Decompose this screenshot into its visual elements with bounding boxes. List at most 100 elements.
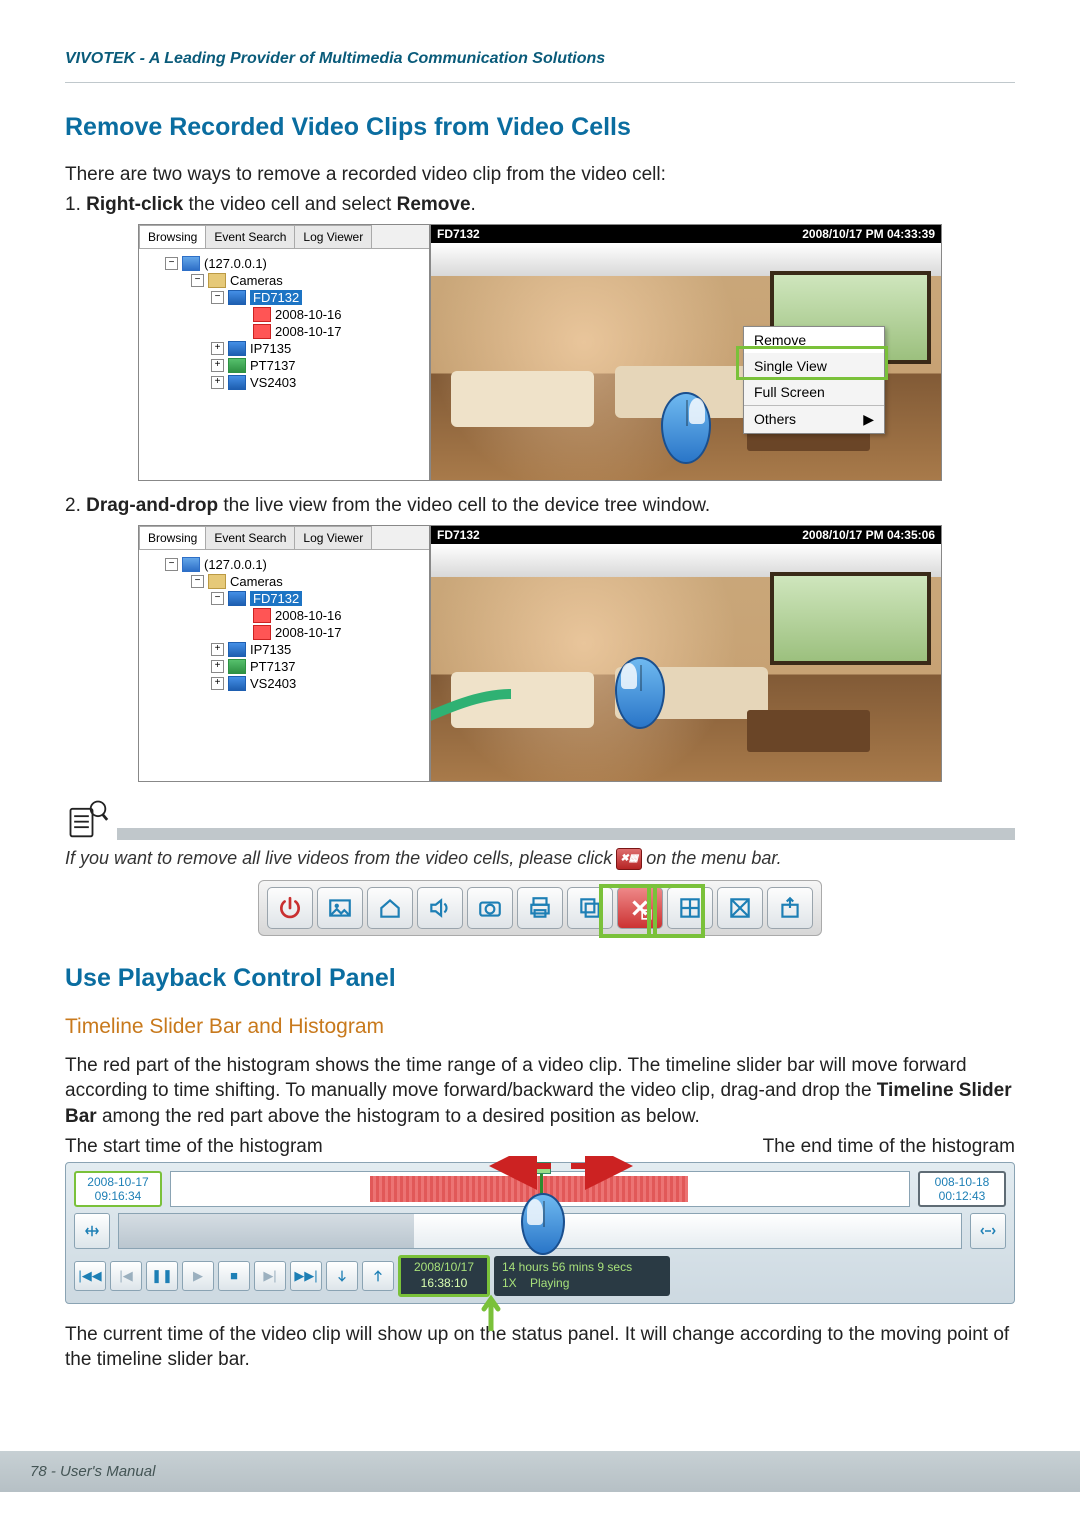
play-button[interactable]: ▶ bbox=[182, 1261, 214, 1291]
figure-rightclick: Browsing Event Search Log Viewer −(127.0… bbox=[65, 224, 1015, 481]
toolbar-layers-button[interactable] bbox=[567, 887, 613, 929]
camera-icon bbox=[228, 290, 246, 305]
toolbar-home-button[interactable] bbox=[367, 887, 413, 929]
toolbar-power-button[interactable] bbox=[267, 887, 313, 929]
tree-cam-ip7135[interactable]: IP7135 bbox=[250, 341, 291, 356]
toolbar-print-button[interactable] bbox=[517, 887, 563, 929]
mouse-icon bbox=[521, 1193, 565, 1255]
toolbar-camera-button[interactable] bbox=[467, 887, 513, 929]
zoom-out-button[interactable] bbox=[970, 1213, 1006, 1249]
figure-dragdrop: Browsing Event Search Log Viewer −(127.0… bbox=[65, 525, 1015, 782]
menu-remove[interactable]: Remove bbox=[744, 327, 884, 353]
video-cell[interactable]: FD7132 2008/10/17 PM 04:33:39 Remove Sin… bbox=[430, 224, 942, 481]
page-header: VIVOTEK - A Leading Provider of Multimed… bbox=[65, 50, 1015, 83]
expand-icon[interactable]: − bbox=[211, 592, 224, 605]
expand-icon[interactable]: − bbox=[165, 558, 178, 571]
folder-icon bbox=[208, 574, 226, 589]
tab-browsing[interactable]: Browsing bbox=[139, 225, 206, 248]
toolbar-sound-button[interactable] bbox=[417, 887, 463, 929]
cur-time: 16:38:10 bbox=[407, 1276, 481, 1292]
toolbar-export-button[interactable] bbox=[767, 887, 813, 929]
tree-cam-fd7132[interactable]: FD7132 bbox=[250, 290, 302, 305]
next-button[interactable]: ▶| bbox=[254, 1261, 286, 1291]
expand-icon[interactable]: + bbox=[211, 677, 224, 690]
intro-text: There are two ways to remove a recorded … bbox=[65, 162, 1015, 188]
expand-icon[interactable]: + bbox=[211, 660, 224, 673]
heading-remove-clips: Remove Recorded Video Clips from Video C… bbox=[65, 113, 1015, 142]
timeline-paragraph-2: The current time of the video clip will … bbox=[65, 1322, 1015, 1373]
tree-cam-pt7137[interactable]: PT7137 bbox=[250, 358, 296, 373]
expand-icon[interactable]: − bbox=[211, 291, 224, 304]
mouse-icon bbox=[661, 392, 717, 470]
step2-bold1: Drag-and-drop bbox=[86, 495, 218, 516]
timeline-panel: 2008-10-17 09:16:34 008-10-18 00:12:43 bbox=[65, 1162, 1015, 1304]
expand-icon[interactable]: + bbox=[211, 643, 224, 656]
note-text: If you want to remove all live videos fr… bbox=[65, 848, 1015, 870]
note-divider bbox=[65, 796, 1015, 840]
tree-cam-vs2403[interactable]: VS2403 bbox=[250, 375, 296, 390]
heading-playback-control: Use Playback Control Panel bbox=[65, 964, 1015, 993]
step-2: 2. Drag-and-drop the live view from the … bbox=[65, 495, 1015, 517]
toolbar-image-button[interactable] bbox=[317, 887, 363, 929]
recording-icon bbox=[253, 625, 271, 640]
tree-cam-fd7132[interactable]: FD7132 bbox=[250, 591, 302, 606]
toolbar-remove-all-button[interactable] bbox=[617, 887, 663, 929]
p1a: The red part of the histogram shows the … bbox=[65, 1055, 967, 1102]
stop-button[interactable]: ■ bbox=[218, 1261, 250, 1291]
step1-post: . bbox=[471, 194, 476, 215]
skip-start-button[interactable]: |◀◀ bbox=[74, 1261, 106, 1291]
tree-cam-pt7137[interactable]: PT7137 bbox=[250, 659, 296, 674]
tree-date2[interactable]: 2008-10-17 bbox=[275, 324, 342, 339]
expand-icon[interactable]: − bbox=[191, 274, 204, 287]
step2-num: 2. bbox=[65, 495, 86, 516]
tab-event-search[interactable]: Event Search bbox=[205, 225, 295, 248]
time-labels: The start time of the histogram The end … bbox=[65, 1136, 1015, 1158]
note-post: on the menu bar. bbox=[646, 848, 781, 869]
expand-icon[interactable]: − bbox=[165, 257, 178, 270]
speed-up-button[interactable] bbox=[362, 1261, 394, 1291]
prev-button[interactable]: |◀ bbox=[110, 1261, 142, 1291]
expand-icon[interactable]: + bbox=[211, 376, 224, 389]
tree-cam-ip7135[interactable]: IP7135 bbox=[250, 642, 291, 657]
tree-cam-vs2403[interactable]: VS2403 bbox=[250, 676, 296, 691]
status-panel: 14 hours 56 mins 9 secs 1X Playing bbox=[494, 1256, 670, 1295]
expand-icon[interactable]: + bbox=[211, 342, 224, 355]
video-cell[interactable]: FD7132 2008/10/17 PM 04:35:06 bbox=[430, 525, 942, 782]
skip-end-button[interactable]: ▶▶| bbox=[290, 1261, 322, 1291]
speed-down-button[interactable] bbox=[326, 1261, 358, 1291]
remove-all-icon: ✖▦ bbox=[616, 848, 642, 870]
recording-icon bbox=[253, 608, 271, 623]
menu-full-screen[interactable]: Full Screen bbox=[744, 379, 884, 405]
menu-single-label: Single View bbox=[754, 358, 827, 374]
expand-icon[interactable]: + bbox=[211, 359, 224, 372]
tree-host[interactable]: (127.0.0.1) bbox=[204, 557, 267, 572]
zoom-in-button[interactable] bbox=[74, 1213, 110, 1249]
host-icon bbox=[182, 557, 200, 572]
tree-date1[interactable]: 2008-10-16 bbox=[275, 307, 342, 322]
menu-others[interactable]: Others▶ bbox=[744, 406, 884, 433]
menu-single-view[interactable]: Single View bbox=[744, 353, 884, 379]
tab-event-search[interactable]: Event Search bbox=[205, 526, 295, 549]
tab-log-viewer[interactable]: Log Viewer bbox=[294, 526, 372, 549]
tree-tabs: Browsing Event Search Log Viewer bbox=[139, 225, 429, 249]
toolbar-fullscreen-button[interactable] bbox=[717, 887, 763, 929]
tab-log-viewer[interactable]: Log Viewer bbox=[294, 225, 372, 248]
start-time-chip: 2008-10-17 09:16:34 bbox=[74, 1171, 162, 1208]
tree-body: −(127.0.0.1) −Cameras −FD7132 2008-10-16… bbox=[139, 550, 429, 698]
current-time-chip: 2008/10/17 16:38:10 bbox=[398, 1255, 490, 1296]
tab-browsing[interactable]: Browsing bbox=[139, 526, 206, 549]
tree-host[interactable]: (127.0.0.1) bbox=[204, 256, 267, 271]
speed: 1X bbox=[502, 1276, 517, 1290]
tree-date1[interactable]: 2008-10-16 bbox=[275, 608, 342, 623]
tree-date2[interactable]: 2008-10-17 bbox=[275, 625, 342, 640]
expand-icon[interactable]: − bbox=[191, 575, 204, 588]
toolbar-grid-button[interactable] bbox=[667, 887, 713, 929]
step-1: 1. Right-click the video cell and select… bbox=[65, 194, 1015, 216]
pause-button[interactable]: ❚❚ bbox=[146, 1261, 178, 1291]
subheading-timeline: Timeline Slider Bar and Histogram bbox=[65, 1015, 1015, 1039]
device-tree-panel: Browsing Event Search Log Viewer −(127.0… bbox=[138, 224, 430, 481]
video-timestamp: 2008/10/17 PM 04:35:06 bbox=[802, 528, 935, 542]
tree-cameras[interactable]: Cameras bbox=[230, 273, 283, 288]
menu-remove-label: Remove bbox=[754, 332, 806, 348]
tree-cameras[interactable]: Cameras bbox=[230, 574, 283, 589]
